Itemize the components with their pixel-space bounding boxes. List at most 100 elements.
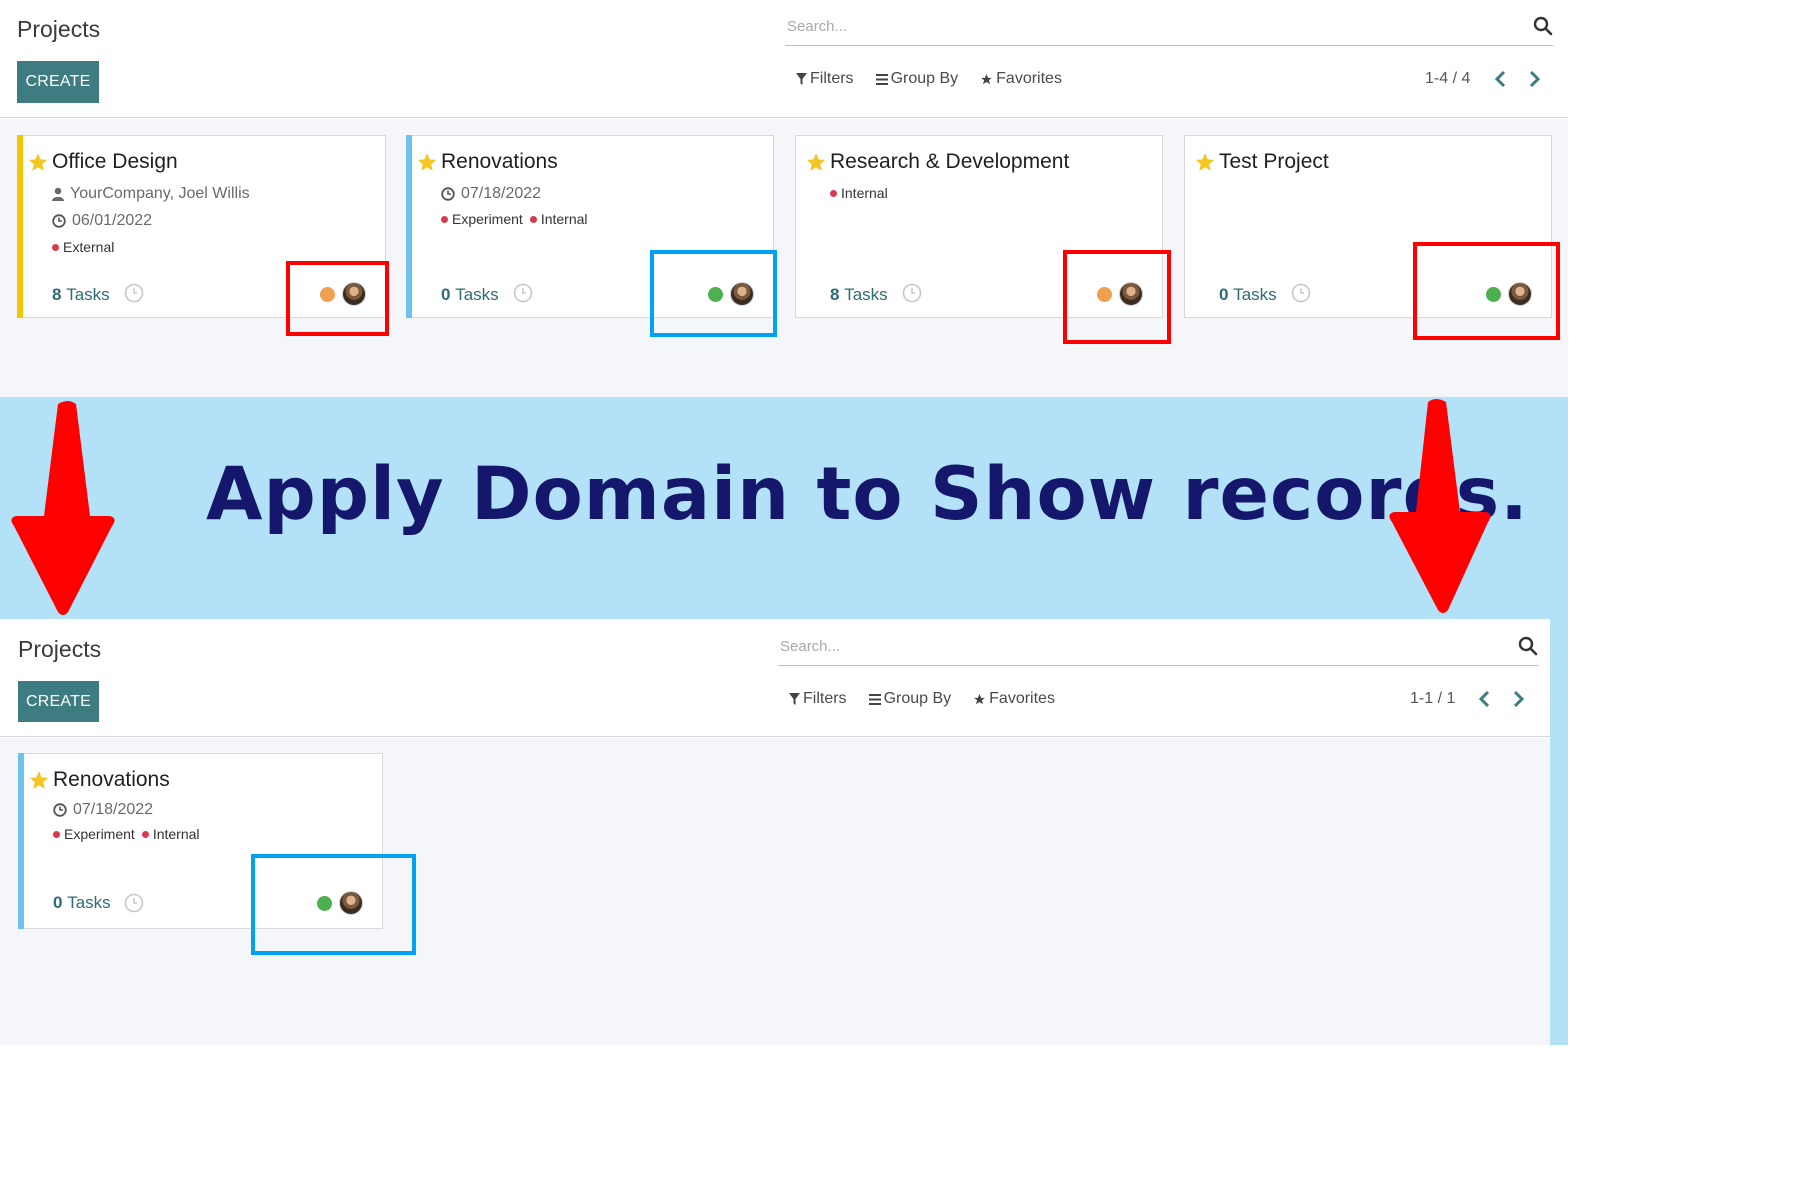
activity-clock-icon[interactable] (124, 283, 144, 303)
highlight-box (650, 250, 777, 337)
tag-label[interactable]: Experiment (452, 211, 523, 227)
groupby-label: Group By (890, 70, 959, 87)
date-row: 07/18/2022 (53, 801, 153, 819)
star-icon[interactable] (29, 770, 49, 790)
project-name[interactable]: Research & Development (830, 150, 1069, 174)
down-arrow-icon (1389, 399, 1491, 613)
top-screen: Projects CREATE Search... Filters Group … (0, 0, 1568, 397)
activity-clock-icon[interactable] (902, 283, 922, 303)
tasks-link[interactable]: 0 Tasks (441, 285, 499, 305)
down-arrow-icon (11, 401, 115, 615)
tasks-link[interactable]: 8 Tasks (830, 285, 888, 305)
star-icon[interactable] (1195, 152, 1215, 172)
filters-label: Filters (803, 690, 847, 707)
search-bar[interactable]: Search... (778, 632, 1538, 666)
search-options: Filters Group By Favorites (789, 690, 1055, 708)
tasks-count: 0 (441, 285, 451, 304)
groupby-dropdown[interactable]: Group By (868, 690, 952, 708)
project-name[interactable]: Office Design (52, 150, 178, 174)
tags-row: External (52, 239, 114, 255)
chevron-left-icon[interactable] (1493, 68, 1509, 90)
tasks-link[interactable]: 0 Tasks (1219, 285, 1277, 305)
kanban-view: Office Design YourCompany, Joel Willis 0… (0, 119, 1568, 397)
tasks-count: 8 (830, 285, 840, 304)
tag-dot (141, 830, 149, 838)
favorites-label: Favorites (996, 70, 1062, 87)
clock-icon (441, 187, 455, 201)
chevron-right-icon[interactable] (1510, 688, 1526, 710)
tag-dot (830, 189, 837, 197)
tasks-label: Tasks (455, 285, 499, 304)
tasks-link[interactable]: 8 Tasks (52, 285, 110, 305)
favorites-dropdown[interactable]: Favorites (973, 690, 1055, 708)
banner-edge (1550, 619, 1568, 1045)
page-title: Projects (17, 16, 101, 42)
page-title: Projects (18, 636, 102, 662)
clock-icon (52, 214, 66, 228)
color-band (406, 135, 412, 318)
search-input[interactable]: Search... (780, 638, 840, 655)
highlight-box (251, 854, 416, 955)
star-icon[interactable] (417, 152, 437, 172)
project-name[interactable]: Renovations (53, 768, 170, 792)
pager-value[interactable]: 1-1 / 1 (1410, 690, 1455, 708)
filters-dropdown[interactable]: Filters (796, 70, 854, 88)
tag-label[interactable]: Internal (841, 185, 888, 201)
customer-name: YourCompany, Joel Willis (70, 185, 250, 202)
search-icon[interactable] (1533, 16, 1553, 36)
search-icon[interactable] (1518, 636, 1538, 656)
filters-dropdown[interactable]: Filters (789, 690, 847, 708)
user-icon (52, 187, 64, 201)
project-name[interactable]: Renovations (441, 150, 558, 174)
groupby-label: Group By (883, 690, 952, 707)
tag-dot (529, 215, 537, 223)
favorites-star-icon (974, 693, 986, 704)
tasks-count: 0 (53, 893, 63, 912)
star-icon[interactable] (28, 152, 48, 172)
tasks-count: 0 (1219, 285, 1229, 304)
group-by-icon (875, 73, 888, 85)
tasks-label: Tasks (66, 285, 110, 304)
tag-dot (441, 215, 448, 223)
bottom-screen: Projects CREATE Search... Filters Group … (0, 619, 1550, 1045)
tag-dot (53, 830, 60, 838)
tag-label[interactable]: External (63, 239, 114, 255)
control-panel: Projects CREATE Search... Filters Group … (0, 619, 1550, 737)
tags-row: Experiment Internal (441, 211, 588, 227)
tasks-label: Tasks (844, 285, 888, 304)
tag-label[interactable]: Internal (153, 826, 200, 842)
create-button[interactable]: CREATE (17, 61, 99, 103)
tags-row: Internal (830, 185, 888, 201)
group-by-icon (868, 693, 881, 705)
tag-dot (52, 243, 59, 251)
pager-value[interactable]: 1-4 / 4 (1425, 70, 1470, 88)
highlight-box (1413, 242, 1560, 340)
filter-icon (789, 693, 800, 705)
project-date: 07/18/2022 (461, 185, 542, 202)
activity-clock-icon[interactable] (1291, 283, 1311, 303)
create-button[interactable]: CREATE (18, 681, 99, 722)
tag-label[interactable]: Internal (541, 211, 588, 227)
tags-row: Experiment Internal (53, 826, 200, 842)
favorites-star-icon (981, 73, 993, 84)
tasks-count: 8 (52, 285, 62, 304)
search-input[interactable]: Search... (787, 18, 847, 35)
chevron-left-icon[interactable] (1477, 688, 1493, 710)
customer-row: YourCompany, Joel Willis (52, 185, 250, 203)
star-icon[interactable] (806, 152, 826, 172)
groupby-dropdown[interactable]: Group By (875, 70, 959, 88)
activity-clock-icon[interactable] (124, 893, 144, 913)
project-name[interactable]: Test Project (1219, 150, 1329, 174)
filters-label: Filters (810, 70, 854, 87)
tasks-link[interactable]: 0 Tasks (53, 893, 111, 913)
instruction-banner: Apply Domain to Show records. (0, 397, 1568, 619)
kanban-view: Renovations 07/18/2022 Experiment Intern… (0, 738, 1550, 1045)
project-date: 06/01/2022 (72, 212, 153, 229)
project-date: 07/18/2022 (73, 801, 154, 818)
chevron-right-icon[interactable] (1526, 68, 1542, 90)
search-options: Filters Group By Favorites (796, 70, 1062, 88)
favorites-dropdown[interactable]: Favorites (980, 70, 1062, 88)
activity-clock-icon[interactable] (513, 283, 533, 303)
search-bar[interactable]: Search... (785, 12, 1553, 46)
tag-label[interactable]: Experiment (64, 826, 135, 842)
